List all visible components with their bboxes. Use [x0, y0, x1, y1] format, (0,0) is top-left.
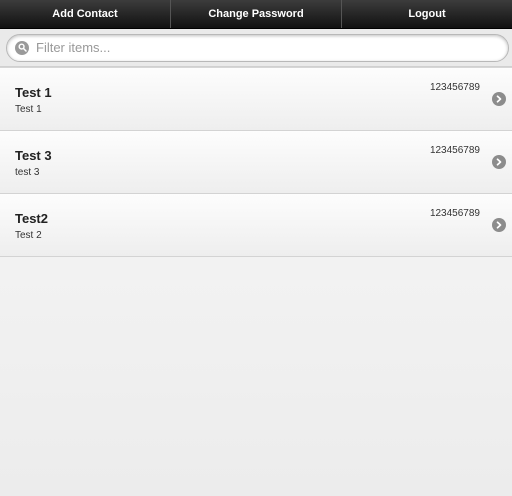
add-contact-button[interactable]: Add Contact	[0, 0, 171, 28]
filter-box[interactable]	[6, 33, 509, 62]
filter-bar	[0, 29, 512, 67]
contact-row[interactable]: Test 1 Test 1 123456789	[0, 68, 512, 131]
contact-name: Test 3	[15, 148, 52, 163]
logout-button[interactable]: Logout	[342, 0, 512, 28]
chevron-right-icon[interactable]	[492, 155, 506, 169]
contact-name: Test2	[15, 211, 48, 226]
contact-detail: test 3	[15, 167, 40, 178]
contact-detail: Test 1	[15, 104, 42, 115]
contact-row[interactable]: Test 3 test 3 123456789	[0, 131, 512, 194]
contact-phone: 123456789	[429, 208, 480, 219]
change-password-button[interactable]: Change Password	[171, 0, 342, 28]
contact-phone: 123456789	[429, 82, 480, 93]
contact-phone: 123456789	[429, 145, 480, 156]
contact-name: Test 1	[15, 85, 52, 100]
chevron-right-icon[interactable]	[492, 218, 506, 232]
chevron-right-icon[interactable]	[492, 92, 506, 106]
contact-row[interactable]: Test2 Test 2 123456789	[0, 194, 512, 257]
filter-input[interactable]	[34, 39, 508, 56]
top-navbar: Add Contact Change Password Logout	[0, 0, 512, 29]
search-icon	[15, 40, 29, 55]
contact-list: Test 1 Test 1 123456789 Test 3 test 3 12…	[0, 67, 512, 257]
contact-detail: Test 2	[15, 230, 42, 241]
